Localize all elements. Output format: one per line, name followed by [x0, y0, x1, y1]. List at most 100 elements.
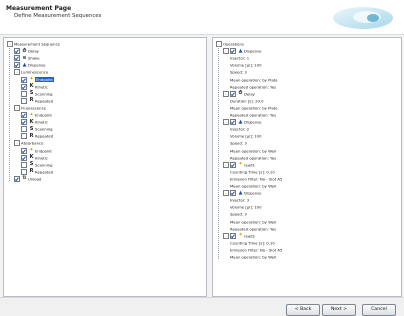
item-checkbox[interactable]	[230, 119, 236, 126]
item-checkbox[interactable]	[21, 168, 27, 175]
tree-item[interactable]: S Scanning	[21, 161, 53, 168]
item-checkbox[interactable]	[230, 161, 236, 168]
measurement-sequence-tree[interactable]: - Operations - ▲ Dispense Injector: 1 Volume […	[212, 37, 402, 297]
tree-item[interactable]: ⇅Unload	[14, 175, 41, 182]
tree-item[interactable]: K Kinetic	[21, 118, 48, 126]
tree-item[interactable]: ≡Shake	[14, 54, 40, 62]
tree-item-label: Kinetic	[35, 119, 48, 125]
item-checkbox[interactable]	[230, 48, 236, 55]
tree-item[interactable]: ✦Endpoint	[21, 76, 54, 83]
expand-collapse-toggle[interactable]: -	[216, 41, 222, 47]
unload-icon: ⇅	[22, 175, 27, 182]
tree-item-label: Repeated	[35, 169, 54, 175]
property-row: Emission Filter: No - Slot A5	[230, 175, 282, 182]
item-checkbox[interactable]	[230, 232, 236, 239]
tree-item[interactable]: - Fluorescence	[14, 104, 46, 111]
item-checkbox[interactable]	[230, 90, 236, 97]
tree-item-label: Counting Time [s]: 0.10	[230, 240, 275, 246]
tree-item[interactable]: - Absorbance	[14, 139, 43, 147]
tree-item-label: Delay	[244, 91, 255, 97]
item-checkbox[interactable]	[14, 48, 20, 55]
tree-item[interactable]: ⏱ Delay	[14, 47, 39, 55]
tree-item[interactable]: S Scanning	[21, 90, 53, 97]
item-checkbox[interactable]	[21, 119, 27, 126]
expand-collapse-toggle[interactable]: -	[223, 161, 229, 168]
expand-collapse-toggle[interactable]: -	[223, 48, 229, 55]
tree-connector-line	[218, 46, 219, 259]
tree-item[interactable]: - ▲ Dispense	[223, 47, 261, 55]
tree-item[interactable]: R Repeated	[21, 132, 53, 140]
tree-item-label: Fluorescence	[21, 105, 47, 111]
tree-item-label: Repeated operation: Yes	[230, 155, 277, 161]
tree-item-label: read2	[244, 233, 255, 239]
tree-item-label: Endpoint	[35, 112, 52, 118]
item-checkbox[interactable]	[14, 62, 20, 69]
tree-item-label: Scanning	[35, 162, 53, 168]
tree-item-label: Mean operation: by Plate	[230, 105, 278, 111]
cancel-button[interactable]: Cancel	[362, 304, 396, 316]
tree-item-label: Repeated operation: Yes	[230, 112, 277, 118]
property-row: Emission Filter: No - Slot A5	[230, 246, 282, 253]
tree-item[interactable]: ▲ Dispense	[14, 61, 45, 69]
tree-item[interactable]: - ✦read2	[223, 232, 255, 239]
tree-item-label: Counting Time [s]: 0.10	[230, 169, 275, 175]
item-checkbox[interactable]	[21, 90, 27, 97]
tree-item[interactable]: S Scanning	[21, 125, 53, 133]
tree-item-label: Dispense	[244, 190, 262, 196]
available-operations-tree[interactable]: - Measurement Sequence ⏱ Delay ≡Shake ▲ Dispen…	[3, 37, 207, 297]
expand-collapse-toggle[interactable]: -	[14, 104, 20, 111]
item-checkbox[interactable]	[21, 76, 27, 83]
tree-item-label: Emission Filter: No - Slot A5	[230, 247, 283, 253]
item-checkbox[interactable]	[21, 133, 27, 140]
tree-item-label: Kinetic	[35, 155, 48, 161]
tree-item[interactable]: K Kinetic	[21, 154, 48, 161]
tree-item[interactable]: - Luminescence	[14, 68, 48, 76]
item-checkbox[interactable]	[21, 154, 27, 161]
expand-collapse-toggle[interactable]: -	[223, 232, 229, 239]
tree-item[interactable]: - ▲ Dispense	[223, 189, 262, 197]
next-button[interactable]: Next >	[322, 304, 356, 316]
expand-collapse-toggle[interactable]: -	[7, 41, 13, 47]
item-checkbox[interactable]	[14, 175, 20, 182]
expand-collapse-toggle[interactable]: -	[223, 90, 229, 97]
tree-item-label: Mean operation: by Well	[230, 148, 277, 153]
property-row: Injector: 2	[230, 125, 249, 132]
brand-logo-graphic	[315, 3, 393, 31]
tree-item-label: Endpoint	[35, 148, 52, 153]
item-checkbox[interactable]	[21, 112, 27, 118]
tree-item[interactable]: ✦Endpoint	[21, 111, 52, 118]
tree-item[interactable]: - ▲ Dispense	[223, 118, 261, 126]
tree-item-label: Repeated operation: Yes	[230, 84, 277, 90]
item-checkbox[interactable]	[14, 55, 20, 62]
item-checkbox[interactable]	[21, 161, 27, 168]
expand-collapse-toggle[interactable]: -	[223, 190, 229, 197]
page-title: Measurement Page	[6, 5, 72, 12]
item-checkbox[interactable]	[230, 190, 236, 197]
tree-item[interactable]: R Repeated	[21, 97, 53, 104]
tree-item[interactable]: - Measurement Sequence	[7, 40, 60, 47]
item-checkbox[interactable]	[21, 97, 27, 104]
property-row: Mean operation: by Plate	[230, 104, 278, 111]
tree-item-label: Duration [s]: 20.0	[230, 98, 264, 104]
tree-item-label: Volume [µl]: 100	[230, 204, 262, 210]
tree-item-label: Mean operation: by Well	[230, 254, 277, 260]
tree-item[interactable]: - ⏱ Delay	[223, 90, 255, 97]
expand-collapse-toggle[interactable]: -	[14, 69, 20, 76]
property-row: Mean operation: by Plate	[230, 76, 278, 83]
back-button[interactable]: < Back	[286, 304, 320, 316]
tree-item[interactable]: ✦Endpoint	[21, 147, 52, 154]
expand-collapse-toggle[interactable]: -	[223, 119, 229, 126]
tree-item-label: Injector: 2	[230, 126, 250, 132]
tree-item[interactable]: - Operations	[216, 40, 244, 47]
tree-item[interactable]: - ✦read1	[223, 161, 255, 168]
expand-collapse-toggle[interactable]: -	[14, 140, 20, 147]
item-checkbox[interactable]	[21, 126, 27, 133]
tree-item-label: Speed: 3	[230, 211, 247, 217]
tree-item-label: Repeated operation: Yes	[230, 226, 277, 232]
item-checkbox[interactable]	[21, 83, 27, 90]
tree-item[interactable]: R Repeated	[21, 168, 53, 175]
item-checkbox[interactable]	[21, 147, 27, 154]
tree-item-label: Mean operation: by Well	[230, 219, 277, 224]
tree-item[interactable]: K Kinetic	[21, 83, 48, 90]
property-row: Counting Time [s]: 0.10	[230, 239, 275, 246]
